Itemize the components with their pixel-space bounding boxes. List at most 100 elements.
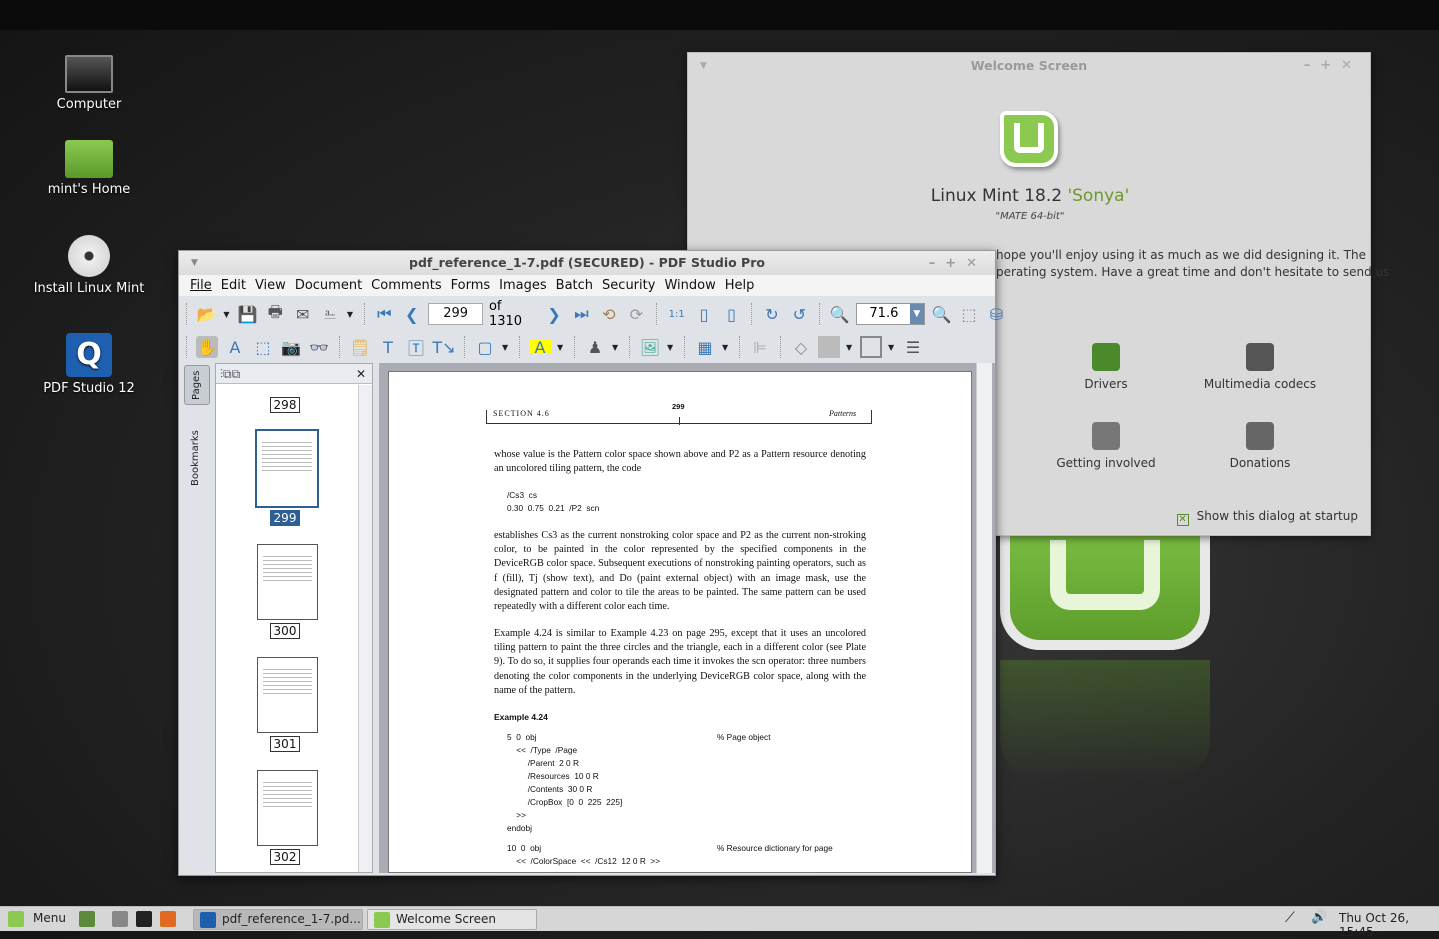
image-icon[interactable]: 🖼 <box>639 336 661 358</box>
scan-icon[interactable]: ⎁ <box>319 303 340 325</box>
clock[interactable]: Thu Oct 26, 15:45 <box>1339 911 1439 939</box>
marquee-zoom-icon[interactable]: ⬚ <box>958 303 979 325</box>
show-desktop-icon[interactable] <box>79 911 95 927</box>
highlight-icon[interactable]: A <box>529 338 551 357</box>
task-welcome-screen[interactable]: Welcome Screen <box>367 909 537 930</box>
stamp-ink-icon[interactable]: ⛁ <box>986 303 1007 325</box>
rotate-clockwise-icon[interactable]: ↻ <box>761 303 782 325</box>
forward-view-icon[interactable]: ⟳ <box>626 303 647 325</box>
desktop-icon-computer[interactable]: Computer <box>29 55 149 112</box>
page-number-input[interactable]: 299 <box>428 303 483 325</box>
thumbnail-label[interactable]: 298 <box>270 397 300 413</box>
tab-bookmarks[interactable]: Bookmarks <box>184 423 210 493</box>
actual-size-icon[interactable]: 1:1 <box>666 303 687 325</box>
task-pdf-studio[interactable]: pdf_reference_1-7.pd... <box>193 909 363 930</box>
previous-page-icon[interactable]: ❮ <box>401 303 422 325</box>
menu-help[interactable]: Help <box>725 278 755 293</box>
menu-images[interactable]: Images <box>499 278 547 293</box>
rectangle-icon[interactable]: ▢ <box>474 336 496 358</box>
scan-dropdown[interactable]: ▼ <box>347 310 355 319</box>
next-page-icon[interactable]: ❯ <box>543 303 564 325</box>
thumbnail-label[interactable]: 301 <box>270 736 300 752</box>
thumbnail-label[interactable]: 300 <box>270 623 300 639</box>
pdf-titlebar[interactable]: pdf_reference_1-7.pdf (SECURED) - PDF St… <box>179 251 995 275</box>
thumbnail-options-icon[interactable]: ⫶⧉⧉ <box>220 367 240 381</box>
text-box-icon[interactable]: 🅃 <box>405 336 427 358</box>
fill-color-icon[interactable]: ◇ <box>790 336 812 358</box>
getting-involved-button[interactable]: Getting involved <box>1031 422 1181 470</box>
line-width-icon[interactable]: ☰ <box>902 336 924 358</box>
firefox-icon[interactable] <box>160 911 176 927</box>
donations-button[interactable]: Donations <box>1185 422 1335 470</box>
multimedia-codecs-button[interactable]: Multimedia codecs <box>1185 343 1335 391</box>
fit-page-icon[interactable]: ▯ <box>721 303 742 325</box>
highlight-dropdown[interactable]: ▼ <box>557 343 565 352</box>
thumbnail-label[interactable]: 299 <box>270 510 300 526</box>
rotate-counterclockwise-icon[interactable]: ↺ <box>789 303 810 325</box>
image-dropdown[interactable]: ▼ <box>667 343 675 352</box>
menu-edit[interactable]: Edit <box>221 278 246 293</box>
callout-icon[interactable]: T↘ <box>432 336 455 358</box>
file-manager-icon[interactable] <box>112 911 128 927</box>
zoom-select[interactable]: 71.6 ▼ <box>856 303 925 325</box>
menu-security[interactable]: Security <box>602 278 655 293</box>
open-dropdown[interactable]: ▼ <box>223 310 231 319</box>
window-controls[interactable]: –+✕ <box>1304 53 1362 79</box>
shape-dropdown[interactable]: ▼ <box>502 343 510 352</box>
select-area-icon[interactable]: ⬚ <box>252 336 274 358</box>
window-menu-icon[interactable]: ▼ <box>700 53 707 79</box>
typewriter-icon[interactable]: T <box>377 336 399 358</box>
zoom-out-icon[interactable]: 🔍 <box>829 303 850 325</box>
first-page-icon[interactable]: ⏮ <box>374 303 395 325</box>
terminal-icon[interactable] <box>136 911 152 927</box>
menu-button[interactable]: Menu <box>33 911 66 925</box>
snapshot-icon[interactable]: 📷 <box>280 336 302 358</box>
print-icon[interactable]: 🖶 <box>265 302 286 325</box>
desktop-icon-home[interactable]: mint's Home <box>29 140 149 197</box>
menu-document[interactable]: Document <box>295 278 362 293</box>
save-icon[interactable]: 💾 <box>237 303 258 325</box>
volume-icon[interactable]: 🔊 <box>1311 910 1327 925</box>
menu-batch[interactable]: Batch <box>556 278 593 293</box>
select-text-icon[interactable]: A <box>224 336 246 358</box>
welcome-titlebar[interactable]: Welcome Screen ▼ –+✕ <box>688 53 1370 79</box>
document-scrollbar[interactable] <box>976 363 992 873</box>
email-icon[interactable]: ✉ <box>292 303 313 325</box>
fit-width-icon[interactable]: ▯ <box>693 303 714 325</box>
fill-dropdown[interactable]: ▼ <box>846 343 854 352</box>
menu-comments[interactable]: Comments <box>371 278 441 293</box>
menu-window[interactable]: Window <box>664 278 715 293</box>
mint-menu-icon[interactable] <box>8 911 24 927</box>
fill-color-swatch[interactable] <box>818 336 840 358</box>
border-dropdown[interactable]: ▼ <box>888 343 896 352</box>
thumbnail-label[interactable]: 302 <box>270 849 300 865</box>
align-icon[interactable]: ⊫ <box>749 336 771 358</box>
window-controls[interactable]: –+✕ <box>929 251 987 277</box>
show-at-startup-checkbox[interactable]: ✕ Show this dialog at startup <box>1176 509 1358 526</box>
window-menu-icon[interactable]: ▼ <box>191 251 198 275</box>
tab-pages[interactable]: Pages <box>184 365 210 405</box>
thumbnail-page-300[interactable] <box>257 544 318 620</box>
thumbnail-page-302[interactable] <box>257 770 318 846</box>
grid-dropdown[interactable]: ▼ <box>722 343 730 352</box>
desktop-icon-install[interactable]: Install Linux Mint <box>29 235 149 296</box>
stamp-icon[interactable]: ♟ <box>584 336 606 358</box>
close-icon[interactable]: ✕ <box>356 364 366 384</box>
open-icon[interactable]: 📂 <box>196 303 217 325</box>
desktop-icon-pdfstudio[interactable]: Q PDF Studio 12 <box>29 333 149 396</box>
zoom-in-icon[interactable]: 🔍 <box>931 303 952 325</box>
stamp-dropdown[interactable]: ▼ <box>612 343 620 352</box>
thumbnail-page-299[interactable] <box>255 429 319 508</box>
hand-tool-icon[interactable]: ✋ <box>196 336 218 358</box>
find-icon[interactable]: 👓 <box>308 336 330 358</box>
sticky-note-icon[interactable]: 🗒 <box>349 336 371 358</box>
last-page-icon[interactable]: ⏭ <box>571 303 592 325</box>
back-view-icon[interactable]: ⟲ <box>598 303 619 325</box>
drivers-button[interactable]: Drivers <box>1031 343 1181 391</box>
thumbnail-page-301[interactable] <box>257 657 318 733</box>
menu-view[interactable]: View <box>255 278 286 293</box>
network-icon[interactable]: ⟋ <box>1285 910 1295 926</box>
menu-forms[interactable]: Forms <box>451 278 491 293</box>
border-color-swatch[interactable] <box>860 336 882 358</box>
grid-icon[interactable]: ▦ <box>694 336 716 358</box>
